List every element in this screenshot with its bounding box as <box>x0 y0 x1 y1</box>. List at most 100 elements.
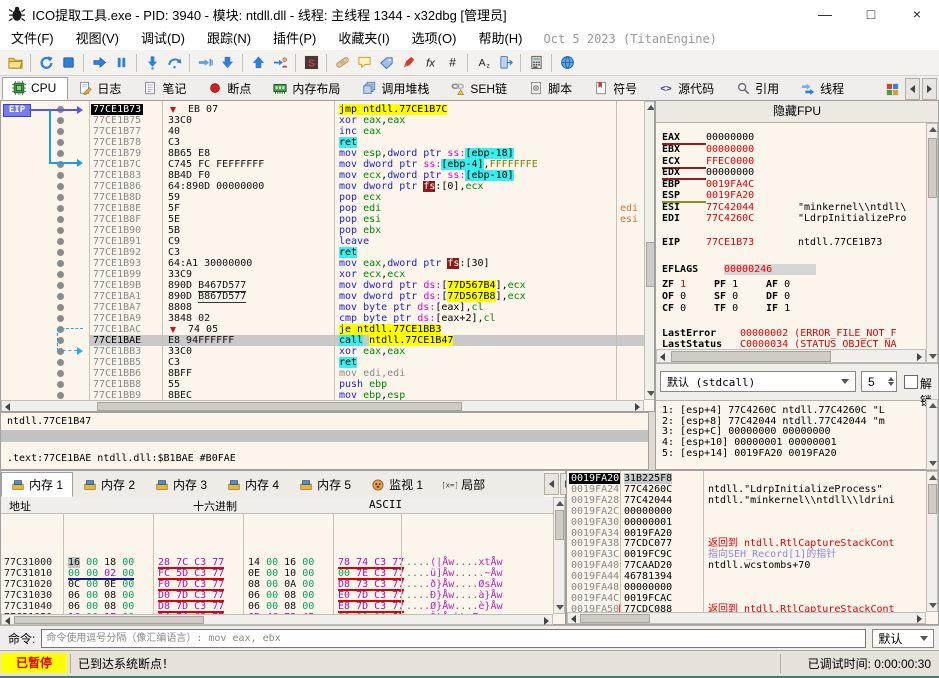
tab-memory-map[interactable]: 内存布局 <box>263 77 352 100</box>
dump-tab-watch-1[interactable]: 监视 1 <box>361 472 433 497</box>
breakpoint-dot[interactable] <box>57 392 64 399</box>
disasm-row[interactable]: 77CE1B9B 890D B467D577 mov dword ptr ds:[7… <box>1 280 644 292</box>
dump-tabs-left-arrow[interactable] <box>544 473 559 495</box>
argument-row[interactable]: 1: [esp+4] 77C4260C ntdll.77C4260C "L <box>662 405 885 416</box>
register-row-ebx[interactable]: EBX 00000000 <box>662 144 798 155</box>
breakpoint-dot[interactable] <box>57 282 64 289</box>
tab-threads[interactable]: 线程 <box>791 77 856 100</box>
tab-call-stack[interactable]: 调用堆栈 <box>352 77 441 100</box>
breakpoint-dot[interactable] <box>57 172 64 179</box>
tab-script[interactable]: 脚本 <box>519 77 584 100</box>
tab-source[interactable]: <> 源代码 <box>649 77 726 100</box>
dump-hscrollbar[interactable] <box>1 614 553 625</box>
register-row-eax[interactable]: EAX 00000000 <box>662 132 798 145</box>
disasm-row[interactable]: 77CE1BA9 3848 02 cmp byte ptr ds:[eax+2],c… <box>1 313 644 324</box>
register-row-edi[interactable]: EDI 77C4260C "LdrpInitializePro <box>662 213 906 224</box>
argument-row[interactable]: 4: [esp+10] 00000001 00000001 <box>662 437 837 448</box>
breakpoint-dot[interactable] <box>57 227 64 234</box>
breakpoint-dot[interactable] <box>57 139 64 146</box>
breakpoint-dot[interactable] <box>57 216 64 223</box>
register-row-esi[interactable]: ESI 77C42044 "minkernel\\ntdll\ <box>662 202 906 213</box>
menu-item-trace[interactable]: 跟踪(N) <box>196 28 262 50</box>
highlight-button[interactable] <box>397 52 419 74</box>
tab-symbols[interactable]: 符号 <box>584 77 649 100</box>
registers-hscrollbar[interactable] <box>656 349 926 363</box>
patches-button[interactable] <box>331 52 353 74</box>
dump-tab-locals[interactable]: [x=] 局部 <box>433 472 495 497</box>
argument-row[interactable]: 2: [esp+8] 77C42044 ntdll.77C42044 "m <box>662 416 885 427</box>
tab-references[interactable]: 引用 <box>726 77 791 100</box>
breakpoint-dot[interactable] <box>57 194 64 201</box>
dump-vscrollbar[interactable] <box>553 497 565 614</box>
stack-hscrollbar[interactable] <box>567 612 926 624</box>
step-over-button[interactable] <box>163 52 185 74</box>
breakpoint-dot[interactable] <box>57 315 64 322</box>
blocks-button[interactable] <box>881 78 903 100</box>
disassembly-pane[interactable]: 77CE1B73 EB 07 jmp ntdll.77CE1B7C 77CE1B75 3… <box>0 100 655 412</box>
breakpoint-dot[interactable] <box>57 381 64 388</box>
disasm-row[interactable]: 77CE1B79 8B65 E8 mov esp,dword ptr ss:[ebp… <box>1 148 644 159</box>
menu-item-view[interactable]: 视图(V) <box>65 28 130 50</box>
maximize-button[interactable]: □ <box>849 0 893 28</box>
label-button[interactable] <box>375 52 397 74</box>
memory-dump-pane[interactable]: 内存 1 内存 2 内存 3 内存 4 内存 5 监视 1 [x=] 局部 地址 十六进制 A… <box>0 470 575 625</box>
disasm-row[interactable]: 77CE1B91 C9 leave <box>1 236 644 247</box>
pause-button[interactable] <box>110 52 132 74</box>
command-input[interactable] <box>41 629 867 648</box>
breakpoint-dot[interactable] <box>57 370 64 377</box>
skip-button[interactable]: S <box>300 52 322 74</box>
dump-tab-dump-5[interactable]: 内存 5 <box>289 472 361 497</box>
breakpoint-dot[interactable] <box>57 117 64 124</box>
stack-pane[interactable]: 0019FA20 31B225F8 0019FA24 77C4260C ntdll."L… <box>566 470 939 625</box>
step-into-button[interactable] <box>141 52 163 74</box>
tab-breakpoints[interactable]: 断点 <box>198 77 263 100</box>
breakpoint-dot[interactable] <box>57 238 64 245</box>
disasm-row[interactable]: 77CE1BA1 890D B867D577 mov dword ptr ds:[7… <box>1 291 644 303</box>
register-row-ecx[interactable]: ECX FFEC0000 <box>662 156 798 169</box>
modules-button[interactable] <box>494 52 516 74</box>
disasm-row[interactable]: 77CE1BAC 74 05 je ntdll.77CE1BB3 <box>1 324 644 335</box>
menu-item-help[interactable]: 帮助(H) <box>467 28 533 50</box>
registers-vscrollbar[interactable] <box>926 123 938 363</box>
breakpoint-dot[interactable] <box>57 249 64 256</box>
arguments-list[interactable]: 1: [esp+4] 77C4260C ntdll.77C4260C "L 2: … <box>656 399 938 470</box>
calculator-button[interactable] <box>525 52 547 74</box>
disasm-row[interactable]: 77CE1B8F 5E pop esi esi <box>1 214 644 225</box>
trace-over-button[interactable] <box>216 52 238 74</box>
disasm-row[interactable]: 77CE1B8D 59 pop ecx <box>1 192 644 203</box>
step-out-button[interactable] <box>247 52 269 74</box>
breakpoint-dot[interactable] <box>57 205 64 212</box>
disasm-row[interactable]: 77CE1BB3 33C0 xor eax,eax <box>1 346 644 357</box>
hide-fpu-button[interactable]: 隐藏FPU <box>656 101 938 123</box>
trace-into-button[interactable] <box>194 52 216 74</box>
hash-button[interactable]: # <box>441 52 463 74</box>
dump-tab-dump-1[interactable]: 内存 1 <box>1 472 74 497</box>
register-row-esp[interactable]: ESP 0019FA20 <box>662 190 798 203</box>
tab-notes[interactable]: 笔记 <box>133 77 198 100</box>
breakpoint-dot[interactable] <box>57 337 64 344</box>
breakpoint-dot[interactable] <box>57 183 64 190</box>
disasm-row[interactable]: 77CE1B73 EB 07 jmp ntdll.77CE1B7C <box>1 104 644 115</box>
breakpoint-dot[interactable] <box>57 304 64 311</box>
disasm-row[interactable]: 77CE1BA7 8808 mov byte ptr ds:[eax],cl <box>1 302 644 313</box>
tabs-right-arrow[interactable] <box>922 78 937 100</box>
flags-row[interactable]: CF 0 TF 0 IF 1 <box>662 303 818 314</box>
argument-row[interactable]: 3: [esp+C] 00000000 00000000 <box>662 426 831 437</box>
close-button[interactable]: × <box>895 0 939 28</box>
disasm-row[interactable]: 77CE1BB9 8BEC mov ebp,esp <box>1 390 644 400</box>
breakpoint-dot[interactable] <box>57 271 64 278</box>
dump-tab-dump-4[interactable]: 内存 4 <box>217 472 289 497</box>
unlock-checkbox[interactable] <box>904 375 918 389</box>
tabs-left-arrow[interactable] <box>905 78 920 100</box>
registers-list[interactable]: EAX 00000000 EBX 00000000 ECX FFEC0000 EDX 0000… <box>656 123 938 363</box>
breakpoint-dot[interactable] <box>57 359 64 366</box>
arg-count-spinner[interactable]: 5 <box>861 371 897 392</box>
argument-row[interactable]: 5: [esp+14] 0019FA20 0019FA20 <box>662 448 837 459</box>
register-row-lasterror[interactable]: LastError 00000002 (ERROR_FILE_NOT_F <box>662 328 897 339</box>
disasm-row[interactable]: 77CE1B77 40 inc eax <box>1 126 644 137</box>
menu-item-options[interactable]: 选项(O) <box>401 28 468 50</box>
disasm-hscrollbar[interactable] <box>1 400 644 411</box>
breakpoint-dot[interactable] <box>57 150 64 157</box>
dump-tab-dump-3[interactable]: 内存 3 <box>145 472 217 497</box>
tab-log[interactable]: 日志 <box>68 77 133 100</box>
